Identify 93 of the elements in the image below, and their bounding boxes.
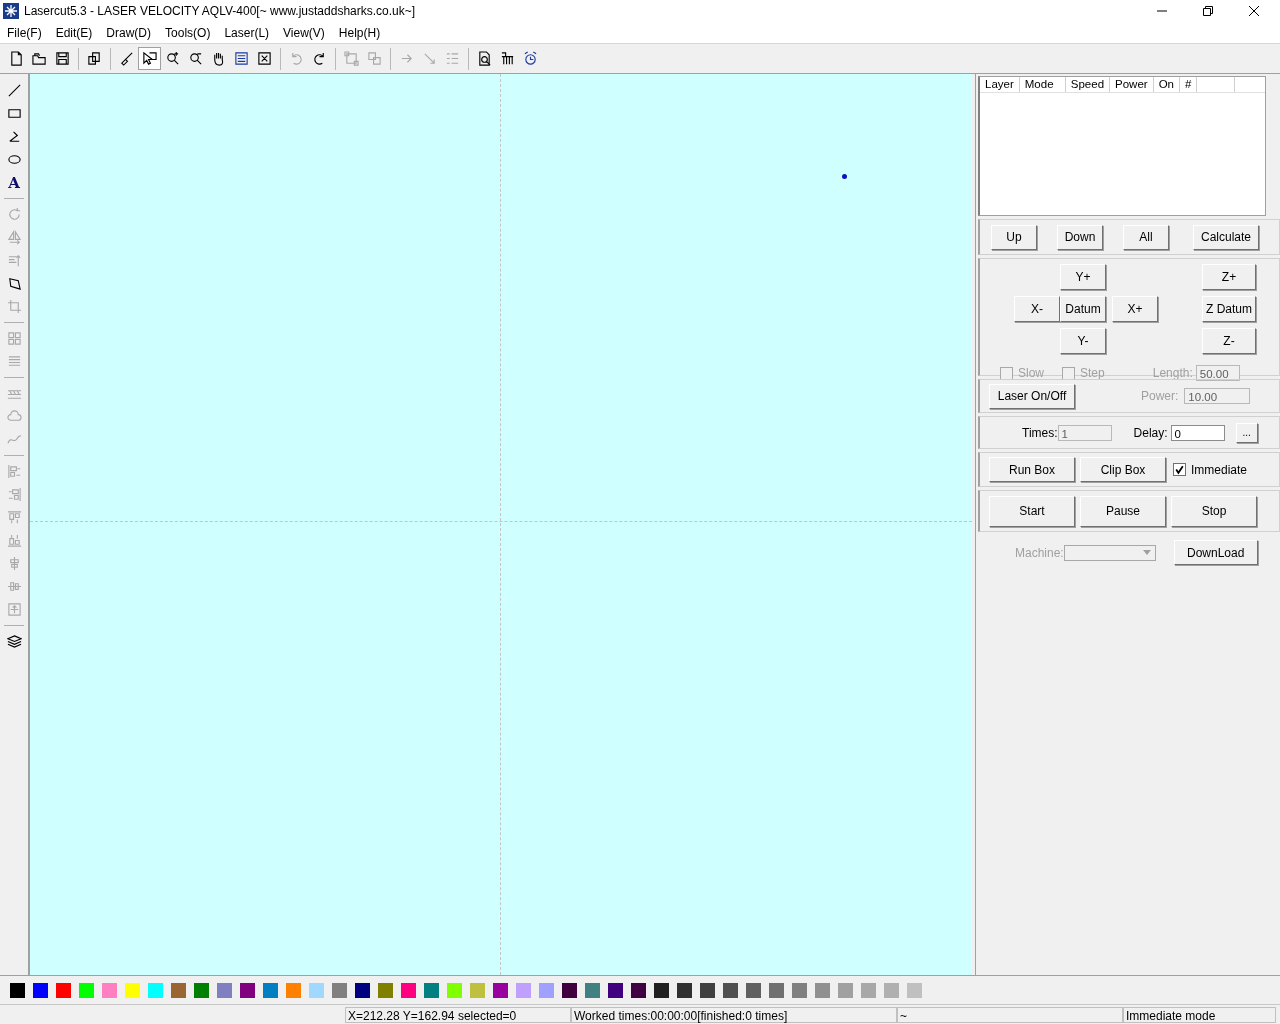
color-swatch[interactable] <box>171 982 186 998</box>
menu-item[interactable]: Help(H) <box>338 25 381 40</box>
text-tool-button[interactable]: A <box>3 171 25 194</box>
status-text: Worked times:00:00:00[finished:0 times] <box>571 1006 897 1023</box>
color-swatch[interactable] <box>792 982 807 998</box>
close-icon[interactable] <box>1248 5 1260 17</box>
app-logo-icon <box>3 3 19 19</box>
menu-item[interactable]: Edit(E) <box>55 25 93 40</box>
menu-item[interactable]: Tools(O) <box>165 25 211 40</box>
jog-button[interactable]: X+ <box>1112 296 1158 322</box>
color-swatch[interactable] <box>608 982 623 998</box>
jog-button[interactable]: Y- <box>1060 328 1106 354</box>
menu-item[interactable]: View(V) <box>283 25 325 40</box>
length-label: Length: <box>1152 366 1193 380</box>
color-swatch[interactable] <box>815 982 830 998</box>
color-swatch[interactable] <box>861 982 876 998</box>
color-swatch[interactable] <box>125 982 140 998</box>
color-swatch[interactable] <box>470 982 485 998</box>
color-swatch[interactable] <box>746 982 761 998</box>
color-swatch[interactable] <box>355 982 370 998</box>
jog-button[interactable]: Y+ <box>1060 264 1106 290</box>
color-swatch[interactable] <box>700 982 715 998</box>
menu-item[interactable]: Draw(D) <box>106 25 152 40</box>
status-text: Immediate mode <box>1123 1006 1276 1023</box>
color-swatch[interactable] <box>516 982 531 998</box>
delay-field[interactable]: 0 <box>1170 424 1225 441</box>
window-title: Lasercut5.3 - LASER VELOCITY AQLV-400[~ www.justaddsharks.co.uk~] <box>24 4 417 18</box>
color-swatch[interactable] <box>769 982 784 998</box>
color-swatch[interactable] <box>585 982 600 998</box>
color-swatch[interactable] <box>401 982 416 998</box>
checkbox-label: Slow <box>1018 366 1044 380</box>
checkbox-label: Immediate <box>1191 462 1248 477</box>
restore-icon[interactable] <box>1202 5 1214 17</box>
checkbox[interactable] <box>1173 463 1186 476</box>
column-header[interactable]: Power <box>1110 77 1154 92</box>
column-header[interactable]: # <box>1180 77 1198 92</box>
datum-button[interactable]: Datum <box>1060 296 1106 322</box>
z-datum-button[interactable]: Z Datum <box>1202 296 1256 322</box>
jog-button[interactable]: X- <box>1014 296 1060 322</box>
color-swatch[interactable] <box>10 982 25 998</box>
color-swatch[interactable] <box>493 982 508 998</box>
menu-item[interactable]: Laser(L) <box>224 25 270 40</box>
times-label: Times: <box>1022 425 1058 440</box>
run-button[interactable]: Start <box>989 495 1075 527</box>
delay-label: Delay: <box>1133 425 1168 440</box>
color-swatch[interactable] <box>309 982 324 998</box>
color-swatch[interactable] <box>907 982 922 998</box>
color-swatch[interactable] <box>56 982 71 998</box>
color-swatch[interactable] <box>539 982 554 998</box>
color-swatch[interactable] <box>838 982 853 998</box>
jog-button[interactable]: Z- <box>1202 328 1256 354</box>
color-swatch[interactable] <box>654 982 669 998</box>
color-swatch[interactable] <box>447 982 462 998</box>
run-button[interactable]: Pause <box>1080 495 1166 527</box>
color-swatch[interactable] <box>677 982 692 998</box>
status-text: X=212.28 Y=162.94 selected=0 <box>345 1006 571 1023</box>
download-button[interactable]: DownLoad <box>1173 540 1258 565</box>
color-swatch[interactable] <box>424 982 439 998</box>
color-swatch[interactable] <box>562 982 577 998</box>
frame-button[interactable]: Run Box <box>989 457 1075 482</box>
color-swatch[interactable] <box>723 982 738 998</box>
more-button[interactable]: ... <box>1235 422 1258 443</box>
color-swatch[interactable] <box>286 982 301 998</box>
color-swatch[interactable] <box>263 982 278 998</box>
dropdown-caret-icon <box>1142 550 1151 555</box>
color-swatch[interactable] <box>102 982 117 998</box>
column-header[interactable]: Speed <box>1065 77 1111 92</box>
color-swatch[interactable] <box>884 982 899 998</box>
column-header[interactable]: Layer <box>980 77 1020 92</box>
color-swatch[interactable] <box>240 982 255 998</box>
frame-button[interactable]: Clip Box <box>1080 457 1166 482</box>
run-button[interactable]: Stop <box>1171 495 1257 527</box>
checkbox-label: Step <box>1080 366 1105 380</box>
color-swatch[interactable] <box>217 982 232 998</box>
color-swatch[interactable] <box>79 982 94 998</box>
column-header[interactable]: On <box>1153 77 1180 92</box>
color-swatch[interactable] <box>33 982 48 998</box>
color-swatch[interactable] <box>631 982 646 998</box>
power-label: Power: <box>1141 389 1179 403</box>
point-marker <box>842 174 847 179</box>
layer-button[interactable]: Up <box>991 224 1037 250</box>
color-swatch[interactable] <box>332 982 347 998</box>
color-swatch[interactable] <box>378 982 393 998</box>
layer-button[interactable]: Down <box>1057 224 1103 250</box>
color-swatch[interactable] <box>148 982 163 998</box>
layer-button[interactable]: Calculate <box>1193 224 1259 250</box>
layer-button[interactable]: All <box>1123 224 1169 250</box>
status-text: ~ <box>897 1006 1123 1023</box>
color-swatch[interactable] <box>194 982 209 998</box>
machine-label: Machine: <box>1015 545 1064 560</box>
column-header[interactable]: Mode <box>1019 77 1066 92</box>
jog-button[interactable]: Z+ <box>1202 264 1256 290</box>
menu-item[interactable]: File(F) <box>7 25 42 40</box>
